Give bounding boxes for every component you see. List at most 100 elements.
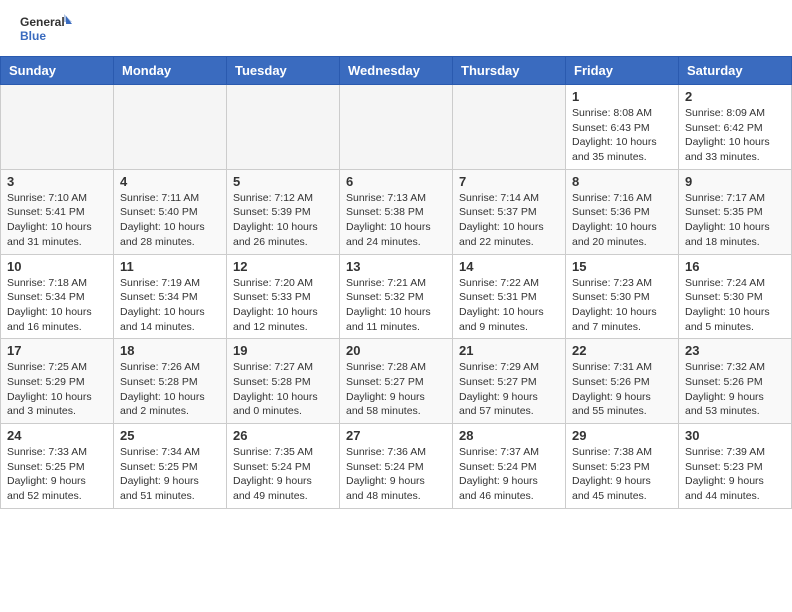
calendar-table: SundayMondayTuesdayWednesdayThursdayFrid… [0, 56, 792, 509]
day-number: 12 [233, 259, 333, 274]
day-info: Sunrise: 7:18 AM Sunset: 5:34 PM Dayligh… [7, 276, 107, 335]
header-monday: Monday [114, 57, 227, 85]
calendar-cell: 2 Sunrise: 8:09 AM Sunset: 6:42 PM Daylig… [679, 85, 792, 170]
day-number: 2 [685, 89, 785, 104]
day-number: 25 [120, 428, 220, 443]
day-info: Sunrise: 7:24 AM Sunset: 5:30 PM Dayligh… [685, 276, 785, 335]
calendar-week-3: 10 Sunrise: 7:18 AM Sunset: 5:34 PM Dayli… [1, 254, 792, 339]
calendar-cell: 19 Sunrise: 7:27 AM Sunset: 5:28 PM Dayli… [227, 339, 340, 424]
day-number: 16 [685, 259, 785, 274]
day-info: Sunrise: 7:21 AM Sunset: 5:32 PM Dayligh… [346, 276, 446, 335]
day-info: Sunrise: 7:26 AM Sunset: 5:28 PM Dayligh… [120, 360, 220, 419]
day-info: Sunrise: 7:31 AM Sunset: 5:26 PM Dayligh… [572, 360, 672, 419]
day-info: Sunrise: 7:14 AM Sunset: 5:37 PM Dayligh… [459, 191, 559, 250]
day-number: 8 [572, 174, 672, 189]
calendar-cell: 14Sunrise: 7:22 AM Sunset: 5:31 PM Dayli… [453, 254, 566, 339]
calendar-cell: 23 Sunrise: 7:32 AM Sunset: 5:26 PM Dayli… [679, 339, 792, 424]
day-number: 10 [7, 259, 107, 274]
day-number: 21 [459, 343, 559, 358]
calendar-cell: 4 Sunrise: 7:11 AM Sunset: 5:40 PM Daylig… [114, 169, 227, 254]
calendar-cell [227, 85, 340, 170]
day-info: Sunrise: 7:25 AM Sunset: 5:29 PM Dayligh… [7, 360, 107, 419]
day-info: Sunrise: 7:33 AM Sunset: 5:25 PM Dayligh… [7, 445, 107, 504]
day-number: 13 [346, 259, 446, 274]
header-saturday: Saturday [679, 57, 792, 85]
calendar-cell: 1Sunrise: 8:08 AM Sunset: 6:43 PM Daylig… [566, 85, 679, 170]
day-number: 19 [233, 343, 333, 358]
day-number: 1 [572, 89, 672, 104]
day-info: Sunrise: 7:13 AM Sunset: 5:38 PM Dayligh… [346, 191, 446, 250]
calendar-cell: 17 Sunrise: 7:25 AM Sunset: 5:29 PM Dayli… [1, 339, 114, 424]
day-number: 7 [459, 174, 559, 189]
calendar-cell: 30 Sunrise: 7:39 AM Sunset: 5:23 PM Dayli… [679, 424, 792, 509]
day-number: 17 [7, 343, 107, 358]
day-info: Sunrise: 7:27 AM Sunset: 5:28 PM Dayligh… [233, 360, 333, 419]
calendar-cell: 26 Sunrise: 7:35 AM Sunset: 5:24 PM Dayli… [227, 424, 340, 509]
day-number: 23 [685, 343, 785, 358]
day-info: Sunrise: 7:32 AM Sunset: 5:26 PM Dayligh… [685, 360, 785, 419]
header-friday: Friday [566, 57, 679, 85]
calendar-cell: 8 Sunrise: 7:16 AM Sunset: 5:36 PM Daylig… [566, 169, 679, 254]
day-number: 9 [685, 174, 785, 189]
day-info: Sunrise: 7:12 AM Sunset: 5:39 PM Dayligh… [233, 191, 333, 250]
logo: General Blue [20, 12, 72, 46]
logo-icon: General Blue [20, 12, 72, 46]
calendar-header-row: SundayMondayTuesdayWednesdayThursdayFrid… [1, 57, 792, 85]
day-number: 11 [120, 259, 220, 274]
day-info: Sunrise: 7:37 AM Sunset: 5:24 PM Dayligh… [459, 445, 559, 504]
day-info: Sunrise: 7:35 AM Sunset: 5:24 PM Dayligh… [233, 445, 333, 504]
calendar-cell: 3Sunrise: 7:10 AM Sunset: 5:41 PM Daylig… [1, 169, 114, 254]
header-sunday: Sunday [1, 57, 114, 85]
calendar-cell: 7 Sunrise: 7:14 AM Sunset: 5:37 PM Daylig… [453, 169, 566, 254]
day-info: Sunrise: 7:16 AM Sunset: 5:36 PM Dayligh… [572, 191, 672, 250]
day-info: Sunrise: 7:11 AM Sunset: 5:40 PM Dayligh… [120, 191, 220, 250]
day-number: 29 [572, 428, 672, 443]
calendar-cell: 25 Sunrise: 7:34 AM Sunset: 5:25 PM Dayli… [114, 424, 227, 509]
day-info: Sunrise: 8:09 AM Sunset: 6:42 PM Dayligh… [685, 106, 785, 165]
day-info: Sunrise: 7:23 AM Sunset: 5:30 PM Dayligh… [572, 276, 672, 335]
calendar-week-1: 1Sunrise: 8:08 AM Sunset: 6:43 PM Daylig… [1, 85, 792, 170]
day-number: 6 [346, 174, 446, 189]
day-number: 5 [233, 174, 333, 189]
day-info: Sunrise: 7:22 AM Sunset: 5:31 PM Dayligh… [459, 276, 559, 335]
calendar-cell [1, 85, 114, 170]
calendar-cell: 9 Sunrise: 7:17 AM Sunset: 5:35 PM Daylig… [679, 169, 792, 254]
calendar-cell: 5 Sunrise: 7:12 AM Sunset: 5:39 PM Daylig… [227, 169, 340, 254]
day-number: 20 [346, 343, 446, 358]
calendar-cell: 13 Sunrise: 7:21 AM Sunset: 5:32 PM Dayli… [340, 254, 453, 339]
calendar-week-2: 3Sunrise: 7:10 AM Sunset: 5:41 PM Daylig… [1, 169, 792, 254]
day-info: Sunrise: 7:28 AM Sunset: 5:27 PM Dayligh… [346, 360, 446, 419]
day-number: 3 [7, 174, 107, 189]
day-info: Sunrise: 7:20 AM Sunset: 5:33 PM Dayligh… [233, 276, 333, 335]
day-number: 30 [685, 428, 785, 443]
header-tuesday: Tuesday [227, 57, 340, 85]
day-number: 27 [346, 428, 446, 443]
page-header: General Blue [0, 0, 792, 52]
day-number: 26 [233, 428, 333, 443]
calendar-cell: 12 Sunrise: 7:20 AM Sunset: 5:33 PM Dayli… [227, 254, 340, 339]
day-info: Sunrise: 7:36 AM Sunset: 5:24 PM Dayligh… [346, 445, 446, 504]
calendar-cell: 20 Sunrise: 7:28 AM Sunset: 5:27 PM Dayli… [340, 339, 453, 424]
day-info: Sunrise: 7:39 AM Sunset: 5:23 PM Dayligh… [685, 445, 785, 504]
calendar-cell: 22 Sunrise: 7:31 AM Sunset: 5:26 PM Dayli… [566, 339, 679, 424]
calendar-week-4: 17 Sunrise: 7:25 AM Sunset: 5:29 PM Dayli… [1, 339, 792, 424]
calendar-cell: 15 Sunrise: 7:23 AM Sunset: 5:30 PM Dayli… [566, 254, 679, 339]
calendar-cell: 29Sunrise: 7:38 AM Sunset: 5:23 PM Dayli… [566, 424, 679, 509]
calendar-cell: 28Sunrise: 7:37 AM Sunset: 5:24 PM Dayli… [453, 424, 566, 509]
day-number: 24 [7, 428, 107, 443]
day-info: Sunrise: 7:17 AM Sunset: 5:35 PM Dayligh… [685, 191, 785, 250]
calendar-cell: 24 Sunrise: 7:33 AM Sunset: 5:25 PM Dayli… [1, 424, 114, 509]
day-number: 22 [572, 343, 672, 358]
calendar-cell: 27 Sunrise: 7:36 AM Sunset: 5:24 PM Dayli… [340, 424, 453, 509]
calendar-cell: 10 Sunrise: 7:18 AM Sunset: 5:34 PM Dayli… [1, 254, 114, 339]
calendar-cell: 6 Sunrise: 7:13 AM Sunset: 5:38 PM Daylig… [340, 169, 453, 254]
calendar-cell [453, 85, 566, 170]
calendar-cell: 21 Sunrise: 7:29 AM Sunset: 5:27 PM Dayli… [453, 339, 566, 424]
day-info: Sunrise: 7:29 AM Sunset: 5:27 PM Dayligh… [459, 360, 559, 419]
svg-text:General: General [20, 15, 65, 29]
day-number: 15 [572, 259, 672, 274]
day-number: 4 [120, 174, 220, 189]
day-info: Sunrise: 7:19 AM Sunset: 5:34 PM Dayligh… [120, 276, 220, 335]
day-info: Sunrise: 7:34 AM Sunset: 5:25 PM Dayligh… [120, 445, 220, 504]
calendar-cell [340, 85, 453, 170]
